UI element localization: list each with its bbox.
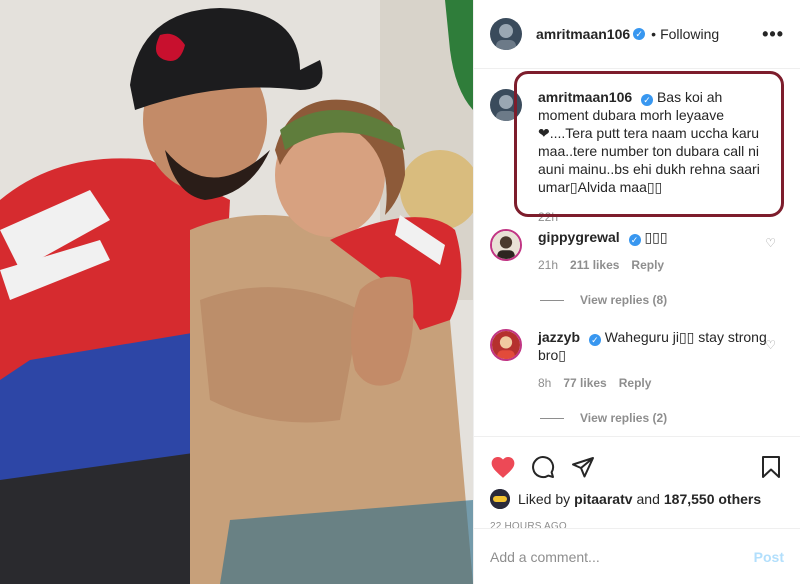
share-icon[interactable] [570, 454, 596, 480]
comment-username[interactable]: jazzyb [538, 329, 580, 345]
comment-time[interactable]: 8h [538, 374, 551, 392]
view-replies-line [540, 299, 564, 301]
following-button[interactable]: Following [660, 26, 719, 42]
comment-text: ▯▯▯ [644, 229, 668, 245]
bookmark-icon[interactable] [758, 454, 784, 480]
view-replies-button[interactable]: View replies (2) [540, 411, 667, 425]
comment-verified-icon: ✓ [588, 334, 601, 346]
comment-likes[interactable]: 211 likes [570, 256, 619, 274]
view-replies-line [540, 417, 564, 419]
comments-section: amritmaan106 ✓ Bas koi ah moment dubara … [474, 70, 800, 436]
reply-button[interactable]: Reply [619, 374, 652, 392]
comment-verified-icon: ✓ [628, 234, 641, 246]
comment-icon[interactable] [530, 454, 556, 480]
commenter-avatar[interactable] [490, 229, 522, 261]
add-comment-bar: Post [474, 528, 800, 584]
caption-comment: amritmaan106 ✓ Bas koi ah moment dubara … [490, 88, 784, 226]
action-icon-row [474, 437, 800, 487]
commenter-avatar[interactable] [490, 329, 522, 361]
view-replies-label: View replies (2) [580, 411, 668, 425]
caption-avatar[interactable] [490, 89, 522, 121]
likes-count[interactable]: 187,550 others [664, 491, 761, 507]
verified-icon: ✓ [633, 28, 646, 40]
likes-middle: and [636, 491, 660, 507]
caption-time[interactable]: 22h [538, 208, 558, 226]
comment-item: jazzyb ✓ Waheguru ji▯▯ stay strong bro▯ … [490, 328, 784, 392]
view-replies-label: View replies (8) [580, 293, 668, 307]
author-username[interactable]: amritmaan106 [536, 26, 630, 42]
caption-username[interactable]: amritmaan106 [538, 89, 632, 105]
liker-avatar[interactable] [490, 489, 510, 509]
post-actions: Liked by pitaaratv and 187,550 others 22… [474, 436, 800, 584]
comment-like-heart-icon[interactable]: ♡ [765, 338, 776, 352]
post-header: amritmaan106 ✓ • Following ••• [474, 0, 800, 69]
post-side-panel: amritmaan106 ✓ • Following ••• amritmaan… [473, 0, 800, 584]
reply-button[interactable]: Reply [631, 256, 664, 274]
post-image-illustration [0, 0, 473, 584]
comment-input[interactable] [490, 548, 754, 565]
comment-username[interactable]: gippygrewal [538, 229, 620, 245]
header-separator: • [651, 26, 657, 42]
likes-prefix: Liked by [518, 491, 571, 507]
heart-icon[interactable] [490, 454, 516, 480]
likes-summary: Liked by pitaaratv and 187,550 others [474, 487, 800, 511]
more-options-icon[interactable]: ••• [762, 24, 784, 45]
post-comment-button[interactable]: Post [754, 549, 784, 565]
view-replies-button[interactable]: View replies (8) [540, 293, 667, 307]
caption-verified-icon: ✓ [641, 94, 654, 106]
comment-time[interactable]: 21h [538, 256, 558, 274]
comment-likes[interactable]: 77 likes [563, 374, 606, 392]
author-avatar[interactable] [490, 18, 522, 50]
post-photo[interactable] [0, 0, 473, 584]
comment-item: gippygrewal ✓ ▯▯▯ 21h 211 likes Reply [490, 228, 784, 274]
comment-like-heart-icon[interactable]: ♡ [765, 236, 776, 250]
liker-username[interactable]: pitaaratv [574, 491, 632, 507]
